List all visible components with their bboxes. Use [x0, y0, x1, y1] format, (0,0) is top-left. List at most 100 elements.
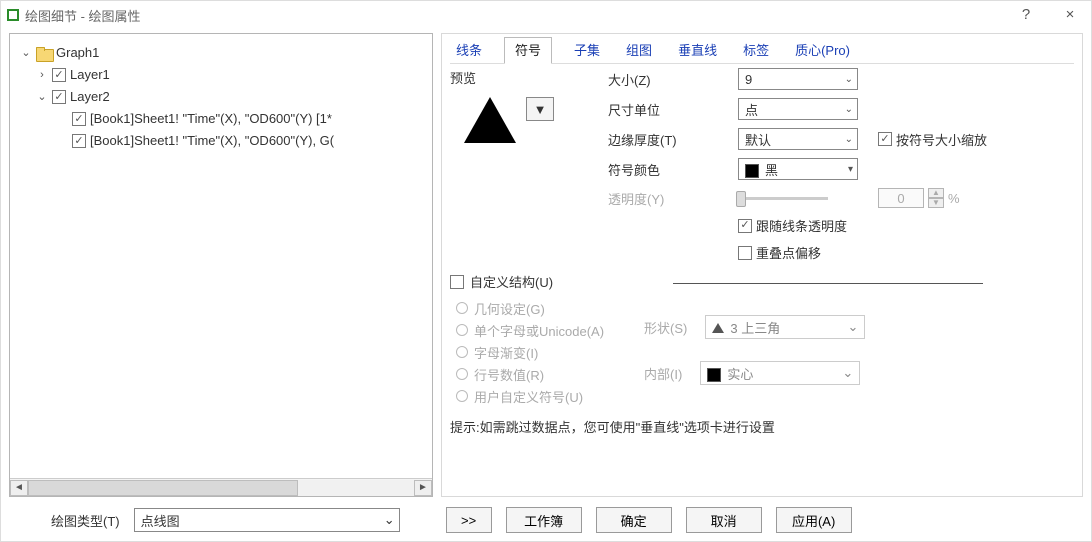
- hint-text: 提示:如需跳过数据点，您可使用"垂直线"选项卡进行设置: [450, 417, 1074, 436]
- chevron-down-icon: ⌄: [847, 319, 858, 335]
- edge-select[interactable]: 默认 ⌄: [738, 128, 858, 150]
- tab-dropline[interactable]: 垂直线: [674, 38, 721, 63]
- fill-select: 实心 ⌄: [700, 361, 860, 385]
- separator: [673, 283, 983, 284]
- spin-up-icon: ▲: [928, 188, 944, 198]
- checkbox[interactable]: [878, 132, 892, 146]
- custom-structure-checkbox[interactable]: 自定义结构(U): [450, 272, 553, 291]
- cancel-button[interactable]: 取消: [686, 507, 762, 533]
- chevron-down-icon[interactable]: ⌄: [20, 42, 32, 64]
- titlebar: 绘图细节 - 绘图属性 ? ×: [1, 1, 1091, 29]
- opacity-label: 透明度(Y): [608, 189, 738, 208]
- color-value: 黑: [765, 163, 778, 178]
- apply-button[interactable]: 应用(A): [776, 507, 852, 533]
- size-label: 大小(Z): [608, 70, 738, 89]
- plot-type-select[interactable]: 点线图 ⌄: [134, 508, 400, 532]
- tree-node-layer1[interactable]: › Layer1: [20, 64, 426, 86]
- workbook-button[interactable]: 工作簿: [506, 507, 582, 533]
- radio-gradient: 字母渐变(I): [456, 341, 604, 363]
- close-button[interactable]: ×: [1055, 1, 1085, 29]
- radio-geometry: 几何设定(G): [456, 297, 604, 319]
- overlap-offset-checkbox[interactable]: 重叠点偏移: [738, 243, 1074, 262]
- app-icon: [7, 9, 19, 21]
- checkbox[interactable]: [450, 275, 464, 289]
- chevron-down-icon: ⌄: [845, 134, 853, 145]
- triangle-icon: [712, 323, 724, 333]
- chevron-down-icon: ⌄: [845, 74, 853, 85]
- tab-centroid[interactable]: 质心(Pro): [791, 38, 854, 63]
- checkbox[interactable]: [52, 90, 66, 104]
- radio-row-number: 行号数值(R): [456, 363, 604, 385]
- unit-label: 尺寸单位: [608, 100, 738, 119]
- preview-label: 预览: [450, 68, 600, 87]
- ok-button[interactable]: 确定: [596, 507, 672, 533]
- checkbox[interactable]: [738, 246, 752, 260]
- chevron-down-icon: ⌄: [384, 512, 395, 528]
- checkbox[interactable]: [738, 219, 752, 233]
- scroll-left-icon[interactable]: ◄: [10, 480, 28, 496]
- fill-label: 内部(I): [644, 364, 682, 383]
- opacity-slider: [738, 197, 878, 200]
- tab-symbol[interactable]: 符号: [504, 37, 552, 64]
- plot-type-value: 点线图: [141, 511, 180, 530]
- follow-line-label: 跟随线条透明度: [756, 216, 847, 235]
- radio-user-symbol: 用户自定义符号(U): [456, 385, 604, 407]
- chevron-down-icon: ⌄: [842, 365, 853, 381]
- radio-single-char: 单个字母或Unicode(A): [456, 319, 604, 341]
- tree-label: Layer1: [70, 64, 110, 86]
- tree-node-graph[interactable]: ⌄ Graph1: [20, 42, 426, 64]
- size-select[interactable]: 9 ⌄: [738, 68, 858, 90]
- scroll-thumb[interactable]: [28, 480, 298, 496]
- opacity-pct: %: [948, 191, 960, 206]
- opacity-input: [878, 188, 924, 208]
- spin-down-icon: ▼: [928, 198, 944, 208]
- plot-type-label: 绘图类型(T): [51, 511, 120, 530]
- tree-node-layer2[interactable]: ⌄ Layer2: [20, 86, 426, 108]
- shape-label: 形状(S): [644, 318, 687, 337]
- scale-label: 按符号大小缩放: [896, 130, 987, 149]
- tree-label: [Book1]Sheet1! "Time"(X), "OD600"(Y), G(: [90, 130, 334, 152]
- chevron-down-icon[interactable]: ⌄: [36, 86, 48, 108]
- chevron-right-icon[interactable]: ›: [36, 64, 48, 86]
- menu-down-icon: ▾: [848, 164, 853, 175]
- checkbox[interactable]: [72, 112, 86, 126]
- tree-label: Layer2: [70, 86, 110, 108]
- symbol-preview-icon: [464, 97, 516, 143]
- help-button[interactable]: ?: [1011, 1, 1041, 29]
- overlap-label: 重叠点偏移: [756, 243, 821, 262]
- tree-label: Graph1: [56, 42, 99, 64]
- shape-select: 3 上三角 ⌄: [705, 315, 865, 339]
- tab-line[interactable]: 线条: [452, 38, 486, 63]
- fill-swatch: [707, 368, 721, 382]
- tree-node-plot2[interactable]: [Book1]Sheet1! "Time"(X), "OD600"(Y), G(: [20, 130, 426, 152]
- unit-value: 点: [745, 100, 758, 119]
- expand-button[interactable]: >>: [446, 507, 492, 533]
- checkbox[interactable]: [52, 68, 66, 82]
- color-swatch: [745, 164, 759, 178]
- tree-panel: ⌄ Graph1 › Layer1 ⌄ Layer2 [Book1]Sheet1…: [9, 33, 433, 497]
- unit-select[interactable]: 点 ⌄: [738, 98, 858, 120]
- color-select[interactable]: 黑 ▾: [738, 158, 858, 180]
- tab-subset[interactable]: 子集: [570, 38, 604, 63]
- bottom-bar: 绘图类型(T) 点线图 ⌄ >> 工作簿 确定 取消 应用(A): [1, 501, 1091, 541]
- checkbox[interactable]: [72, 134, 86, 148]
- folder-icon: [36, 47, 52, 60]
- tab-label[interactable]: 标签: [739, 38, 773, 63]
- fill-value: 实心: [727, 367, 753, 382]
- scale-by-symbol-checkbox[interactable]: 按符号大小缩放: [878, 130, 1074, 149]
- color-label: 符号颜色: [608, 160, 738, 179]
- chevron-down-icon: ⌄: [845, 104, 853, 115]
- window-title: 绘图细节 - 绘图属性: [25, 6, 141, 25]
- edge-value: 默认: [745, 130, 771, 149]
- size-value: 9: [745, 72, 752, 87]
- symbol-gallery-dropdown[interactable]: ▼: [526, 97, 554, 121]
- scroll-right-icon[interactable]: ►: [414, 480, 432, 496]
- tree-hscrollbar[interactable]: ◄ ►: [10, 478, 432, 496]
- tab-group[interactable]: 组图: [622, 38, 656, 63]
- custom-structure-label: 自定义结构(U): [470, 272, 553, 291]
- shape-value: 3 上三角: [730, 321, 780, 336]
- tree-label: [Book1]Sheet1! "Time"(X), "OD600"(Y) [1*: [90, 108, 332, 130]
- edge-label: 边缘厚度(T): [608, 130, 738, 149]
- tree-node-plot1[interactable]: [Book1]Sheet1! "Time"(X), "OD600"(Y) [1*: [20, 108, 426, 130]
- follow-line-checkbox[interactable]: 跟随线条透明度: [738, 216, 1074, 235]
